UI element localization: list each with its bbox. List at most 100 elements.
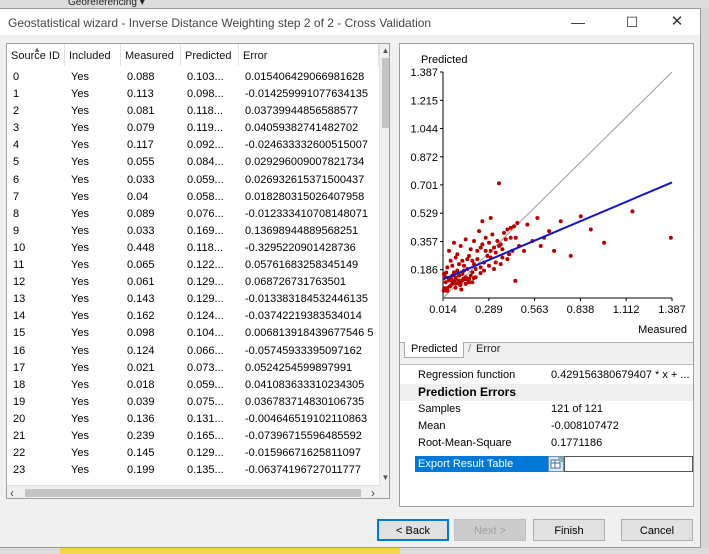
back-button[interactable]: < Back bbox=[377, 519, 449, 541]
x-tick-label: 0.014 bbox=[429, 304, 457, 316]
cell-included: Yes bbox=[71, 259, 89, 272]
data-point bbox=[453, 285, 458, 290]
column-header-source-id[interactable]: ▲ Source ID bbox=[7, 44, 65, 66]
table-row[interactable]: 0 Yes 0.088 0.103... 0.015406429066981628 bbox=[7, 69, 379, 86]
cell-error: -0.012333410708148071 bbox=[245, 207, 368, 220]
scroll-down-icon[interactable]: ▼ bbox=[380, 473, 389, 483]
cell-predicted: 0.058... bbox=[187, 190, 224, 203]
table-row[interactable]: 5 Yes 0.055 0.084... 0.029296009007821734 bbox=[7, 154, 379, 171]
cell-measured: 0.239 bbox=[127, 429, 155, 442]
horizontal-scrollbar[interactable]: ‹ › bbox=[7, 485, 379, 498]
cell-source-id: 19 bbox=[13, 395, 26, 408]
data-point bbox=[497, 243, 502, 248]
next-button[interactable]: Next > bbox=[454, 519, 526, 541]
vertical-scrollbar[interactable]: ▲ ▼ bbox=[379, 44, 389, 485]
data-point bbox=[602, 240, 607, 245]
cell-included: Yes bbox=[71, 190, 89, 203]
x-tick-label: 1.112 bbox=[613, 304, 640, 316]
cell-measured: 0.055 bbox=[127, 156, 155, 169]
table-row[interactable]: 4 Yes 0.117 0.092... -0.024633332600515007 bbox=[7, 137, 379, 154]
column-header-included[interactable]: Included bbox=[65, 44, 121, 66]
cell-predicted: 0.129... bbox=[187, 447, 224, 460]
export-path-field[interactable] bbox=[564, 456, 693, 472]
cell-error: 0.015406429066981628 bbox=[245, 71, 365, 83]
scroll-left-icon[interactable]: ‹ bbox=[10, 486, 14, 498]
horizontal-scroll-thumb[interactable] bbox=[25, 489, 361, 497]
export-result-table-label[interactable]: Export Result Table bbox=[415, 456, 548, 472]
data-point bbox=[503, 237, 508, 242]
cancel-button[interactable]: Cancel bbox=[621, 519, 693, 541]
cell-included: Yes bbox=[71, 429, 89, 442]
y-tick-labels: 0.186 0.357 0.529 0.701 0.872 1.044 1.215 1.387 bbox=[410, 67, 443, 277]
cell-predicted: 0.135... bbox=[187, 464, 224, 477]
table-row[interactable]: 13 Yes 0.143 0.129... -0.013383184532446135 bbox=[7, 291, 379, 308]
cell-error: -0.05745933395097162 bbox=[245, 344, 362, 357]
table-row[interactable]: 20 Yes 0.136 0.131... -0.004646519102110863 bbox=[7, 411, 379, 428]
cell-included: Yes bbox=[71, 447, 89, 460]
cell-source-id: 16 bbox=[13, 344, 26, 357]
scroll-right-icon[interactable]: › bbox=[371, 486, 375, 498]
table-row[interactable]: 8 Yes 0.089 0.076... -0.012333410708148071 bbox=[7, 206, 379, 223]
window-title: Geostatistical wizard - Inverse Distance… bbox=[8, 16, 432, 30]
cell-predicted: 0.076... bbox=[187, 207, 224, 220]
resize-grip-icon[interactable]: ⋱ bbox=[688, 536, 698, 546]
chart-tabs: Predicted Error bbox=[400, 342, 693, 358]
data-point bbox=[450, 263, 455, 268]
column-header-measured[interactable]: Measured bbox=[121, 44, 181, 66]
table-row[interactable]: 2 Yes 0.081 0.118... 0.03739944856588577 bbox=[7, 103, 379, 120]
cross-validation-table[interactable]: ▲ Source ID Included Measured Predicted E… bbox=[6, 43, 390, 499]
cell-source-id: 4 bbox=[13, 139, 20, 152]
close-icon[interactable]: ✕ bbox=[666, 13, 688, 31]
table-row[interactable]: 22 Yes 0.145 0.129... -0.01596671625811097 bbox=[7, 445, 379, 462]
cell-measured: 0.124 bbox=[127, 344, 155, 357]
table-row[interactable]: 19 Yes 0.039 0.075... 0.036783714830106735 bbox=[7, 394, 379, 411]
cell-error: -0.01596671625811097 bbox=[245, 447, 362, 460]
table-row[interactable]: 7 Yes 0.04 0.058... 0.018280315026407958 bbox=[7, 189, 379, 206]
table-row[interactable]: 3 Yes 0.079 0.119... 0.04059382741482702 bbox=[7, 120, 379, 137]
cell-measured: 0.448 bbox=[127, 241, 155, 254]
cell-measured: 0.039 bbox=[127, 395, 155, 408]
cell-measured: 0.079 bbox=[127, 122, 155, 135]
cell-measured: 0.143 bbox=[127, 293, 155, 306]
cell-measured: 0.113 bbox=[127, 88, 154, 101]
cell-source-id: 6 bbox=[13, 173, 20, 186]
table-row[interactable]: 9 Yes 0.033 0.169... 0.13698944889568251 bbox=[7, 223, 379, 240]
data-point bbox=[502, 230, 507, 235]
table-row[interactable]: 15 Yes 0.098 0.104... 0.006813918439677546 5 bbox=[7, 325, 379, 342]
tab-predicted[interactable]: Predicted bbox=[404, 342, 465, 358]
scroll-up-icon[interactable]: ▲ bbox=[380, 46, 389, 56]
vertical-scroll-thumb[interactable] bbox=[382, 58, 389, 128]
column-header-error[interactable]: Error bbox=[239, 44, 379, 66]
cell-predicted: 0.119... bbox=[187, 122, 223, 135]
table-row[interactable]: 11 Yes 0.065 0.122... 0.05761683258345149 bbox=[7, 257, 379, 274]
data-point bbox=[480, 219, 485, 224]
table-row[interactable]: 14 Yes 0.162 0.124... -0.03742219383534014 bbox=[7, 308, 379, 325]
cell-error: -0.06374196727011777 bbox=[245, 464, 362, 477]
table-row[interactable]: 16 Yes 0.124 0.066... -0.05745933395097162 bbox=[7, 343, 379, 360]
chart-panel: Predicted 0.186 0.357 0.529 0.701 0.872 1.044 1… bbox=[399, 43, 694, 507]
table-row[interactable]: 17 Yes 0.021 0.073... 0.0524254599897991 bbox=[7, 360, 379, 377]
data-point bbox=[453, 255, 458, 260]
table-row[interactable]: 23 Yes 0.199 0.135... -0.06374196727011777 bbox=[7, 462, 379, 479]
table-row[interactable]: 1 Yes 0.113 0.098... -0.014259991077634135 bbox=[7, 86, 379, 103]
data-point bbox=[441, 288, 446, 293]
cell-included: Yes bbox=[71, 241, 89, 254]
column-header-predicted[interactable]: Predicted bbox=[181, 44, 239, 66]
maximize-icon[interactable]: ☐ bbox=[621, 13, 643, 31]
cell-error: 0.006813918439677546 5 bbox=[245, 327, 374, 340]
table-row[interactable]: 10 Yes 0.448 0.118... -0.3295220901428736 bbox=[7, 240, 379, 257]
cell-included: Yes bbox=[71, 139, 89, 152]
table-row[interactable]: 6 Yes 0.033 0.059... 0.026932615371500437 bbox=[7, 172, 379, 189]
data-point bbox=[513, 278, 518, 283]
finish-button[interactable]: Finish bbox=[533, 519, 605, 541]
table-row[interactable]: 18 Yes 0.018 0.059... 0.041083633310234305 bbox=[7, 377, 379, 394]
table-row[interactable]: 21 Yes 0.239 0.165... -0.07396715596485592 bbox=[7, 428, 379, 445]
rms-label: Root-Mean-Square bbox=[418, 437, 512, 449]
georeferencing-menu[interactable]: Georeferencing ▾ bbox=[68, 0, 145, 8]
table-export-icon[interactable] bbox=[548, 456, 564, 472]
minimize-icon[interactable]: — bbox=[567, 13, 589, 31]
data-point bbox=[508, 235, 513, 240]
y-tick-label: 0.186 bbox=[410, 265, 438, 277]
table-row[interactable]: 12 Yes 0.061 0.129... 0.068726731763501 bbox=[7, 274, 379, 291]
tab-error[interactable]: Error bbox=[468, 342, 506, 358]
